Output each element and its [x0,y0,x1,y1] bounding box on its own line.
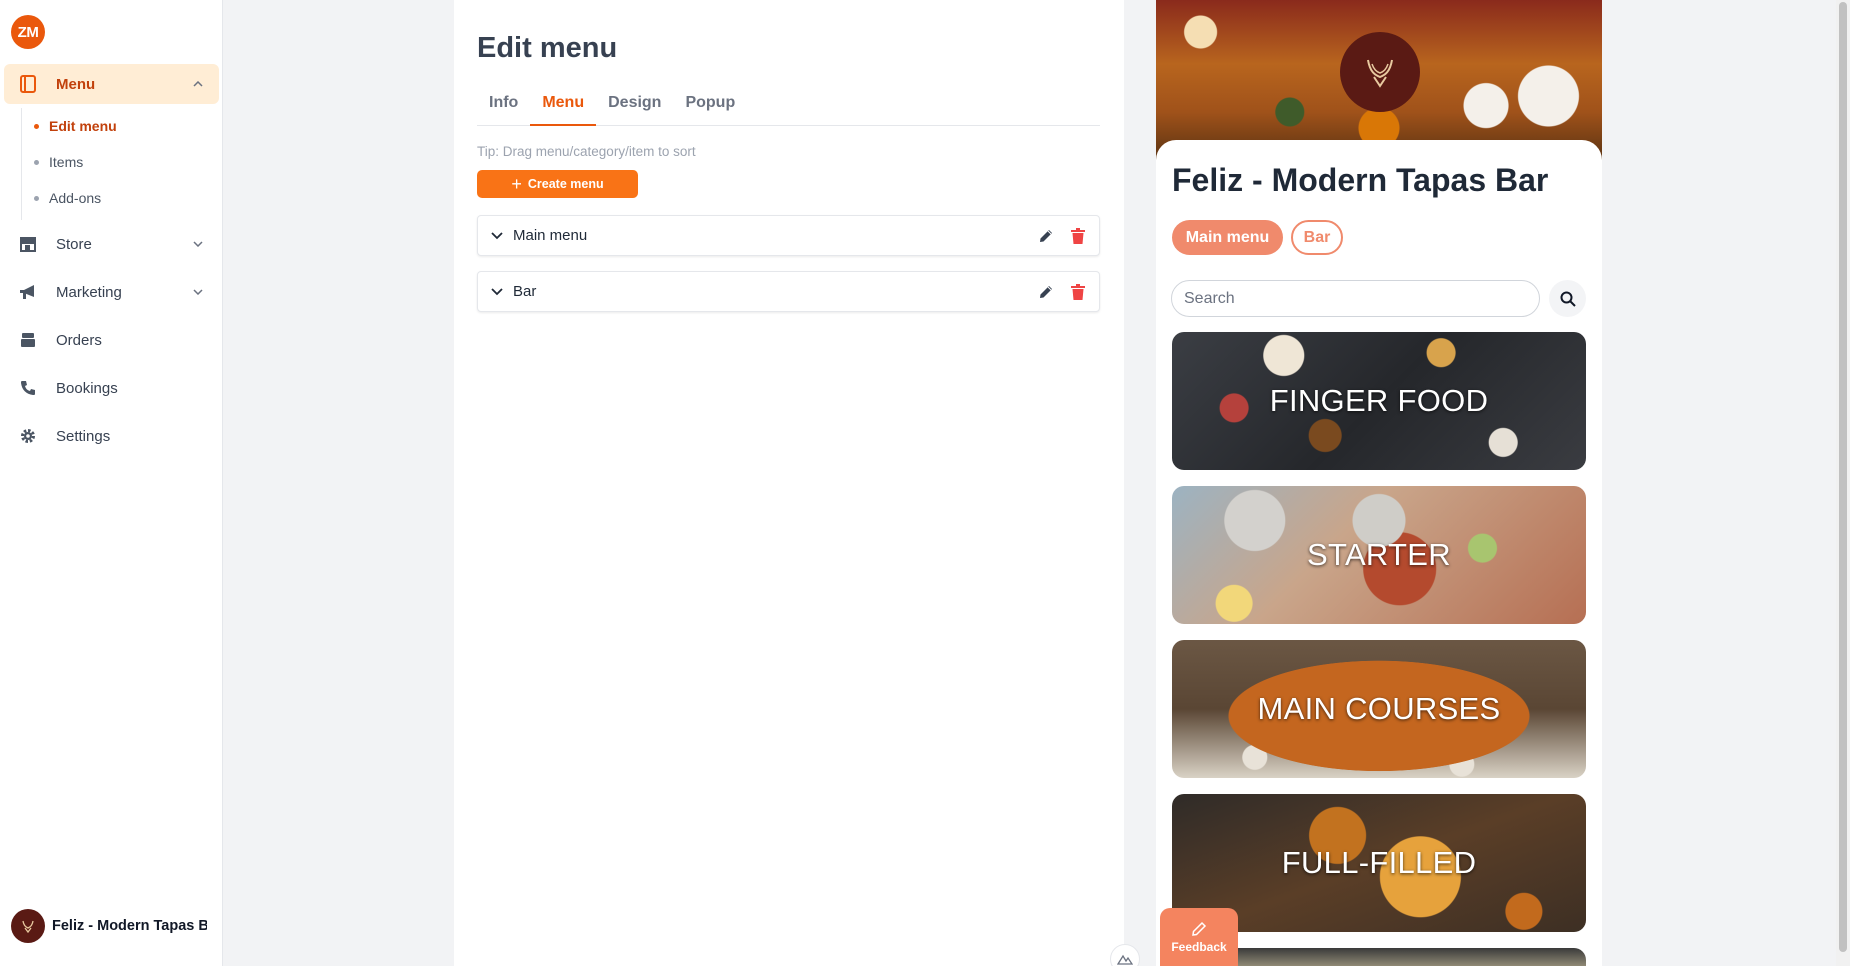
sidebar-item-label: Store [56,235,92,253]
sidebar-item-orders[interactable]: Orders [4,320,219,360]
search-icon [1560,291,1576,307]
sidebar: ZM Menu Edit menu Items Add-ons Store Ma… [0,0,223,966]
account-switcher[interactable]: Feliz - Modern Tapas Bar [11,909,216,943]
subitem-label: Add-ons [49,190,102,206]
chevron-down-icon[interactable] [489,228,505,244]
menu-row-label: Main menu [513,227,588,244]
chevron-up-icon [191,77,205,91]
category-label: STARTER [1307,537,1451,572]
menu-row-bar[interactable]: Bar [477,271,1100,312]
sidebar-subitem-edit-menu[interactable]: Edit menu [22,114,202,138]
sidebar-item-menu[interactable]: Menu [4,64,219,104]
pencil-icon [1192,921,1207,936]
tab-info[interactable]: Info [477,88,530,126]
edit-menu-button[interactable] [1035,281,1057,303]
pencil-icon [1040,229,1052,242]
menu-subnav: Edit menu Items Add-ons [21,108,117,220]
subitem-label: Items [49,154,84,170]
sidebar-item-label: Marketing [56,283,122,301]
create-menu-label: Create menu [527,177,604,191]
phone-icon [18,378,38,398]
pencil-icon [1040,285,1052,298]
preview-store-name: Feliz - Modern Tapas Bar [1172,162,1549,198]
category-card-main-courses[interactable]: MAIN COURSES [1172,640,1586,778]
editor-tabs: Info Menu Design Popup [477,88,1100,126]
app-logo[interactable]: ZM [11,15,45,49]
store-icon [18,234,38,254]
devtools-toggle-button[interactable] [1110,944,1140,966]
category-label: MAIN COURSES [1257,691,1501,726]
category-label: FINGER FOOD [1269,383,1489,418]
sidebar-subitem-add-ons[interactable]: Add-ons [22,186,202,210]
chevron-down-icon [191,285,205,299]
category-label: FULL-FILLED [1281,845,1477,880]
inbox-icon [18,330,38,350]
sidebar-item-bookings[interactable]: Bookings [4,368,219,408]
tab-popup[interactable]: Popup [673,88,747,126]
sidebar-item-label: Menu [56,75,96,93]
store-avatar [11,909,45,943]
preview-menu-pill-main[interactable]: Main menu [1172,220,1283,255]
sidebar-item-label: Settings [56,427,111,445]
sidebar-item-settings[interactable]: Settings [4,416,219,456]
trash-icon [1071,283,1085,300]
preview-search-input[interactable] [1171,280,1540,317]
feedback-label: Feedback [1171,939,1227,954]
chevron-down-icon [191,237,205,251]
delete-menu-button[interactable] [1067,225,1089,247]
tab-design[interactable]: Design [596,88,673,126]
sidebar-item-label: Bookings [56,379,118,397]
gear-icon [18,426,38,446]
menu-preview: Feliz - Modern Tapas Bar Main menu Bar F… [1156,0,1602,966]
sidebar-item-marketing[interactable]: Marketing [4,272,219,312]
preview-search-button[interactable] [1549,280,1586,317]
trash-icon [1071,227,1085,244]
preview-menu-pill-bar[interactable]: Bar [1291,220,1343,255]
subitem-label: Edit menu [49,118,117,134]
feedback-button[interactable]: Feedback [1160,908,1238,966]
category-card-finger-food[interactable]: FINGER FOOD [1172,332,1586,470]
sidebar-item-store[interactable]: Store [4,224,219,264]
tab-menu[interactable]: Menu [530,88,597,126]
edit-menu-button[interactable] [1035,225,1057,247]
bullet-icon [34,195,39,201]
sidebar-item-label: Orders [56,331,102,349]
delete-menu-button[interactable] [1067,281,1089,303]
book-icon [18,74,38,94]
page-title: Edit menu [477,32,618,64]
create-menu-button[interactable]: + Create menu [477,170,638,198]
preview-content: Feliz - Modern Tapas Bar Main menu Bar F… [1156,140,1602,966]
sidebar-subitem-items[interactable]: Items [22,150,202,174]
megaphone-icon [18,282,38,302]
category-card-starter[interactable]: STARTER [1172,486,1586,624]
sort-tip: Tip: Drag menu/category/item to sort [477,144,696,159]
editor-panel: Edit menu Info Menu Design Popup Tip: Dr… [454,0,1124,966]
menu-row-label: Bar [513,283,537,300]
account-name: Feliz - Modern Tapas Bar [52,918,207,934]
mountain-icon [1117,954,1133,965]
chevron-down-icon[interactable] [489,284,505,300]
menu-row-main-menu[interactable]: Main menu [477,215,1100,256]
page-scrollbar[interactable] [1836,0,1850,966]
bullet-icon [34,123,39,129]
store-logo [1340,32,1420,112]
plus-icon: + [511,174,522,194]
bullet-icon [34,159,39,165]
scrollbar-thumb[interactable] [1839,2,1847,952]
